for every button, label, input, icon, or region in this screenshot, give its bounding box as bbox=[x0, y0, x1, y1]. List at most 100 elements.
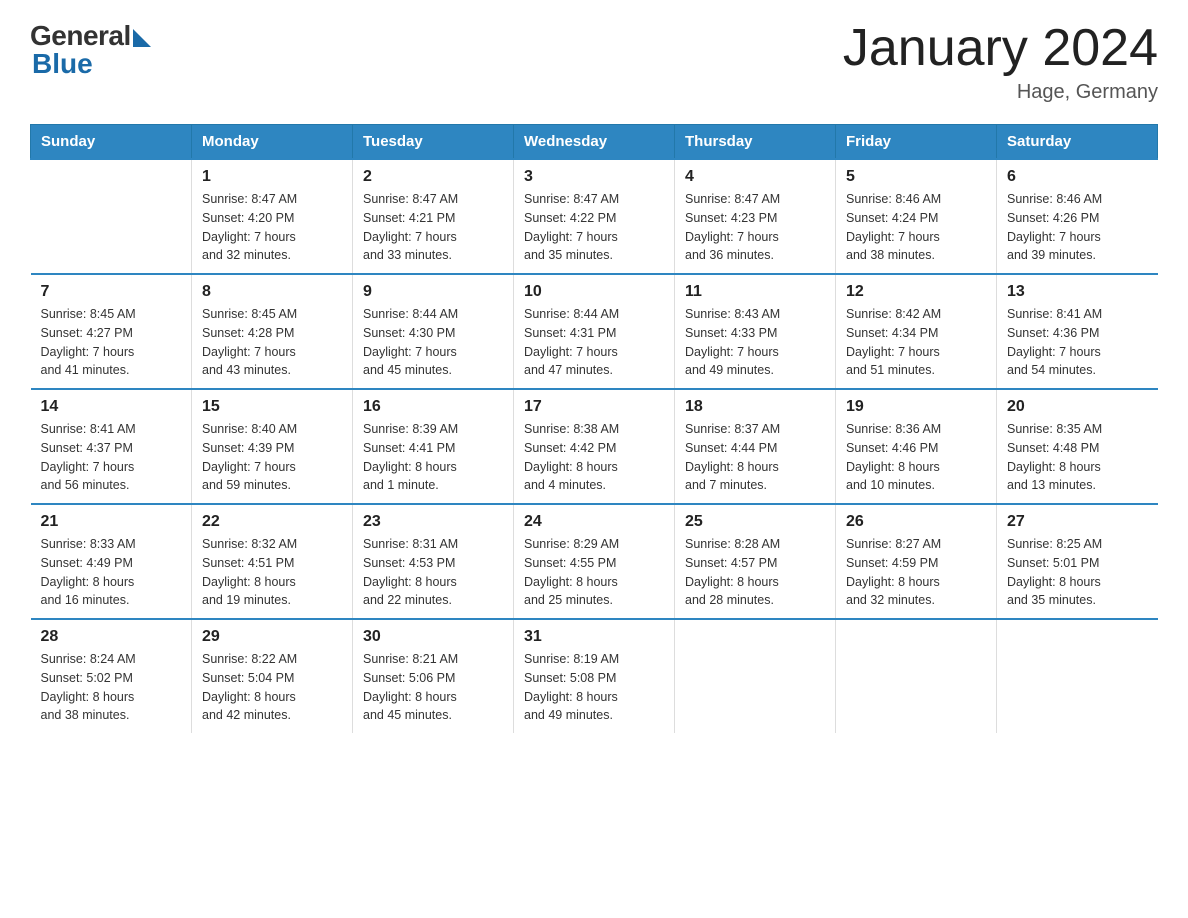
day-number: 20 bbox=[1007, 398, 1148, 416]
day-info: Sunrise: 8:37 AMSunset: 4:44 PMDaylight:… bbox=[685, 420, 825, 495]
day-info: Sunrise: 8:21 AMSunset: 5:06 PMDaylight:… bbox=[363, 650, 503, 725]
calendar-cell: 30 Sunrise: 8:21 AMSunset: 5:06 PMDayligh… bbox=[353, 619, 514, 733]
week-row-4: 21Sunrise: 8:33 AMSunset: 4:49 PMDayligh… bbox=[31, 504, 1158, 619]
day-info: Sunrise: 8:31 AMSunset: 4:53 PMDaylight:… bbox=[363, 535, 503, 610]
calendar-cell: 20 Sunrise: 8:35 AMSunset: 4:48 PMDayligh… bbox=[997, 389, 1158, 504]
calendar-cell: 24 Sunrise: 8:29 AMSunset: 4:55 PMDayligh… bbox=[514, 504, 675, 619]
calendar-header: SundayMondayTuesdayWednesdayThursdayFrid… bbox=[31, 125, 1158, 160]
header-cell-saturday: Saturday bbox=[997, 125, 1158, 160]
calendar-cell: 31Sunrise: 8:19 AMSunset: 5:08 PMDayligh… bbox=[514, 619, 675, 733]
calendar-cell bbox=[675, 619, 836, 733]
calendar-cell: 17 Sunrise: 8:38 AMSunset: 4:42 PMDayligh… bbox=[514, 389, 675, 504]
day-number: 1 bbox=[202, 168, 342, 186]
logo-triangle-icon bbox=[133, 29, 151, 47]
day-info: Sunrise: 8:27 AMSunset: 4:59 PMDaylight:… bbox=[846, 535, 986, 610]
day-info: Sunrise: 8:36 AMSunset: 4:46 PMDaylight:… bbox=[846, 420, 986, 495]
day-number: 29 bbox=[202, 628, 342, 646]
day-info: Sunrise: 8:47 AMSunset: 4:23 PMDaylight:… bbox=[685, 190, 825, 265]
logo-blue-text: Blue bbox=[32, 48, 93, 80]
calendar-cell: 27Sunrise: 8:25 AMSunset: 5:01 PMDayligh… bbox=[997, 504, 1158, 619]
day-number: 18 bbox=[685, 398, 825, 416]
day-info: Sunrise: 8:39 AMSunset: 4:41 PMDaylight:… bbox=[363, 420, 503, 495]
day-number: 28 bbox=[41, 628, 182, 646]
page-header: General Blue January 2024 Hage, Germany bbox=[30, 20, 1158, 104]
day-info: Sunrise: 8:44 AMSunset: 4:30 PMDaylight:… bbox=[363, 305, 503, 380]
location: Hage, Germany bbox=[843, 81, 1158, 104]
day-number: 8 bbox=[202, 283, 342, 301]
day-number: 6 bbox=[1007, 168, 1148, 186]
week-row-5: 28 Sunrise: 8:24 AMSunset: 5:02 PMDayligh… bbox=[31, 619, 1158, 733]
day-info: Sunrise: 8:22 AMSunset: 5:04 PMDaylight:… bbox=[202, 650, 342, 725]
day-info: Sunrise: 8:41 AMSunset: 4:37 PMDaylight:… bbox=[41, 420, 182, 495]
calendar-table: SundayMondayTuesdayWednesdayThursdayFrid… bbox=[30, 124, 1158, 733]
day-info: Sunrise: 8:43 AMSunset: 4:33 PMDaylight:… bbox=[685, 305, 825, 380]
header-cell-monday: Monday bbox=[192, 125, 353, 160]
header-cell-friday: Friday bbox=[836, 125, 997, 160]
calendar-cell: 9 Sunrise: 8:44 AMSunset: 4:30 PMDaylight… bbox=[353, 274, 514, 389]
day-number: 30 bbox=[363, 628, 503, 646]
header-cell-thursday: Thursday bbox=[675, 125, 836, 160]
calendar-cell: 10 Sunrise: 8:44 AMSunset: 4:31 PMDayligh… bbox=[514, 274, 675, 389]
day-number: 23 bbox=[363, 513, 503, 531]
day-number: 4 bbox=[685, 168, 825, 186]
calendar-cell: 8 Sunrise: 8:45 AMSunset: 4:28 PMDaylight… bbox=[192, 274, 353, 389]
day-number: 25 bbox=[685, 513, 825, 531]
calendar-cell: 7 Sunrise: 8:45 AMSunset: 4:27 PMDaylight… bbox=[31, 274, 192, 389]
title-block: January 2024 Hage, Germany bbox=[843, 20, 1158, 104]
calendar-cell: 26 Sunrise: 8:27 AMSunset: 4:59 PMDayligh… bbox=[836, 504, 997, 619]
day-number: 17 bbox=[524, 398, 664, 416]
day-number: 24 bbox=[524, 513, 664, 531]
calendar-cell: 19 Sunrise: 8:36 AMSunset: 4:46 PMDayligh… bbox=[836, 389, 997, 504]
calendar-cell: 11Sunrise: 8:43 AMSunset: 4:33 PMDayligh… bbox=[675, 274, 836, 389]
day-number: 14 bbox=[41, 398, 182, 416]
calendar-cell: 6Sunrise: 8:46 AMSunset: 4:26 PMDaylight… bbox=[997, 159, 1158, 274]
day-number: 3 bbox=[524, 168, 664, 186]
header-cell-sunday: Sunday bbox=[31, 125, 192, 160]
day-info: Sunrise: 8:45 AMSunset: 4:27 PMDaylight:… bbox=[41, 305, 182, 380]
day-number: 21 bbox=[41, 513, 182, 531]
day-info: Sunrise: 8:24 AMSunset: 5:02 PMDaylight:… bbox=[41, 650, 182, 725]
calendar-cell: 25Sunrise: 8:28 AMSunset: 4:57 PMDayligh… bbox=[675, 504, 836, 619]
day-info: Sunrise: 8:35 AMSunset: 4:48 PMDaylight:… bbox=[1007, 420, 1148, 495]
calendar-cell: 23 Sunrise: 8:31 AMSunset: 4:53 PMDayligh… bbox=[353, 504, 514, 619]
day-number: 5 bbox=[846, 168, 986, 186]
calendar-cell bbox=[997, 619, 1158, 733]
calendar-cell bbox=[31, 159, 192, 274]
logo: General Blue bbox=[30, 20, 151, 80]
header-cell-wednesday: Wednesday bbox=[514, 125, 675, 160]
calendar-cell: 15 Sunrise: 8:40 AMSunset: 4:39 PMDayligh… bbox=[192, 389, 353, 504]
day-number: 9 bbox=[363, 283, 503, 301]
calendar-cell: 3Sunrise: 8:47 AMSunset: 4:22 PMDaylight… bbox=[514, 159, 675, 274]
week-row-1: 1Sunrise: 8:47 AMSunset: 4:20 PMDaylight… bbox=[31, 159, 1158, 274]
day-info: Sunrise: 8:44 AMSunset: 4:31 PMDaylight:… bbox=[524, 305, 664, 380]
day-info: Sunrise: 8:40 AMSunset: 4:39 PMDaylight:… bbox=[202, 420, 342, 495]
day-number: 15 bbox=[202, 398, 342, 416]
calendar-cell: 1Sunrise: 8:47 AMSunset: 4:20 PMDaylight… bbox=[192, 159, 353, 274]
day-info: Sunrise: 8:41 AMSunset: 4:36 PMDaylight:… bbox=[1007, 305, 1148, 380]
calendar-cell: 2Sunrise: 8:47 AMSunset: 4:21 PMDaylight… bbox=[353, 159, 514, 274]
day-info: Sunrise: 8:25 AMSunset: 5:01 PMDaylight:… bbox=[1007, 535, 1148, 610]
day-number: 26 bbox=[846, 513, 986, 531]
month-title: January 2024 bbox=[843, 20, 1158, 77]
week-row-2: 7 Sunrise: 8:45 AMSunset: 4:27 PMDaylight… bbox=[31, 274, 1158, 389]
day-number: 7 bbox=[41, 283, 182, 301]
day-info: Sunrise: 8:29 AMSunset: 4:55 PMDaylight:… bbox=[524, 535, 664, 610]
day-info: Sunrise: 8:47 AMSunset: 4:21 PMDaylight:… bbox=[363, 190, 503, 265]
calendar-cell bbox=[836, 619, 997, 733]
header-cell-tuesday: Tuesday bbox=[353, 125, 514, 160]
day-number: 19 bbox=[846, 398, 986, 416]
calendar-cell: 4 Sunrise: 8:47 AMSunset: 4:23 PMDaylight… bbox=[675, 159, 836, 274]
day-info: Sunrise: 8:45 AMSunset: 4:28 PMDaylight:… bbox=[202, 305, 342, 380]
day-number: 12 bbox=[846, 283, 986, 301]
calendar-cell: 29 Sunrise: 8:22 AMSunset: 5:04 PMDayligh… bbox=[192, 619, 353, 733]
day-info: Sunrise: 8:42 AMSunset: 4:34 PMDaylight:… bbox=[846, 305, 986, 380]
calendar-cell: 14 Sunrise: 8:41 AMSunset: 4:37 PMDayligh… bbox=[31, 389, 192, 504]
day-number: 31 bbox=[524, 628, 664, 646]
calendar-cell: 21Sunrise: 8:33 AMSunset: 4:49 PMDayligh… bbox=[31, 504, 192, 619]
week-row-3: 14 Sunrise: 8:41 AMSunset: 4:37 PMDayligh… bbox=[31, 389, 1158, 504]
calendar-cell: 12 Sunrise: 8:42 AMSunset: 4:34 PMDayligh… bbox=[836, 274, 997, 389]
day-number: 16 bbox=[363, 398, 503, 416]
calendar-cell: 5Sunrise: 8:46 AMSunset: 4:24 PMDaylight… bbox=[836, 159, 997, 274]
day-number: 10 bbox=[524, 283, 664, 301]
day-info: Sunrise: 8:38 AMSunset: 4:42 PMDaylight:… bbox=[524, 420, 664, 495]
